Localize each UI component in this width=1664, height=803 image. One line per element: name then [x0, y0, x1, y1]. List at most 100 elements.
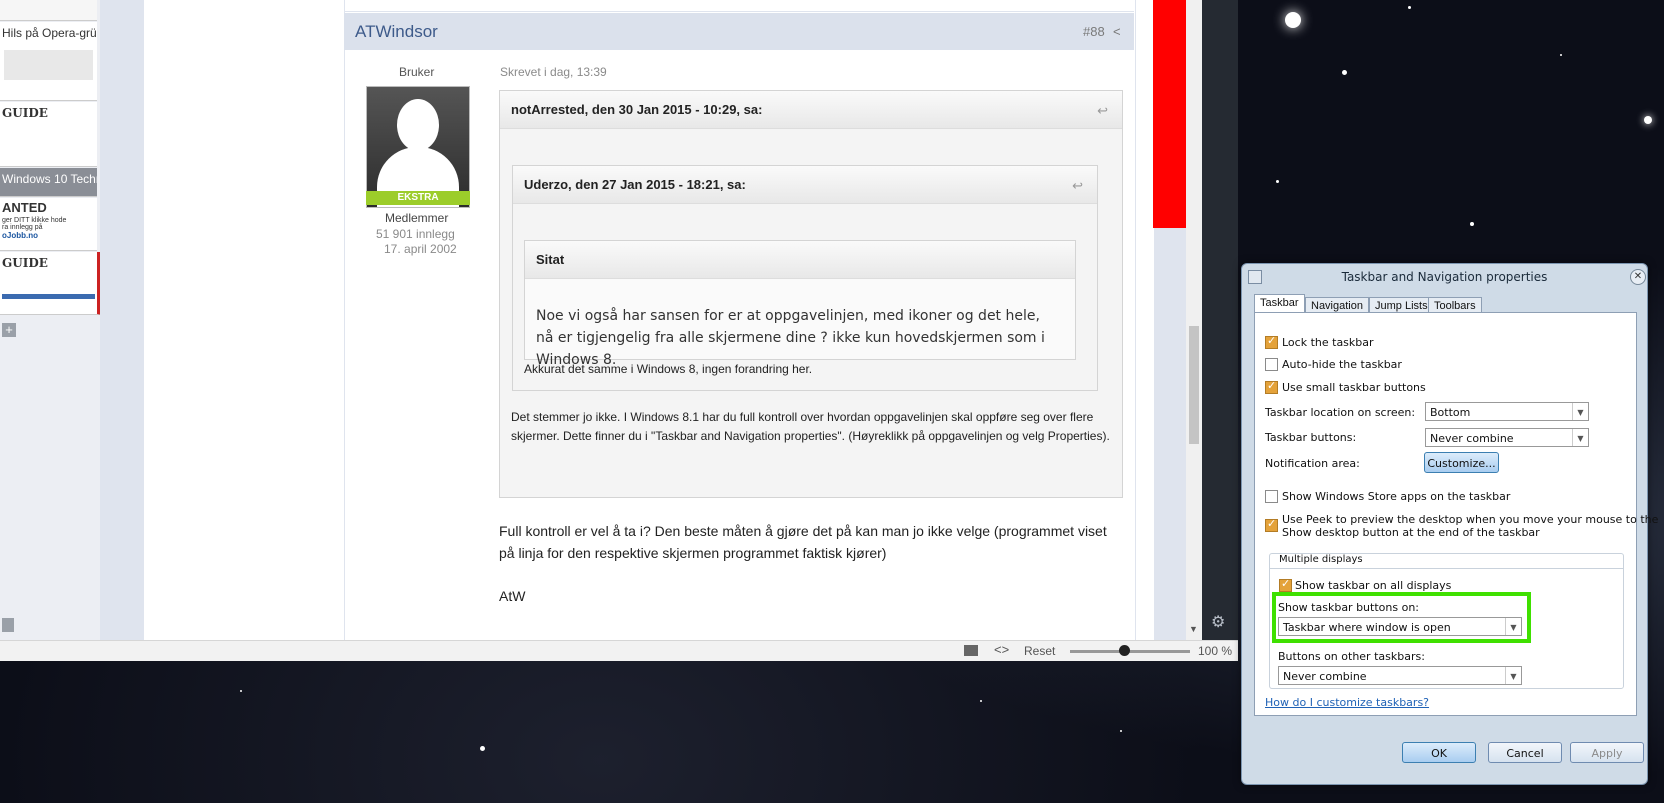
star	[1560, 54, 1562, 56]
star	[1644, 116, 1652, 124]
small-buttons-checkbox[interactable]	[1265, 379, 1278, 394]
previous-post-edge	[344, 0, 1134, 12]
zoom-slider-knob[interactable]	[1119, 645, 1130, 656]
reply-text: Full kontroll er vel å ta i? Den beste m…	[499, 523, 1107, 561]
avatar-head	[397, 99, 439, 151]
customize-button[interactable]: Customize...	[1424, 452, 1499, 473]
join-date: 17. april 2002	[384, 242, 457, 256]
taskbar-buttons-select[interactable]: Never combine ▼	[1425, 428, 1589, 447]
guide-label: GUIDE	[2, 106, 48, 120]
tab-title: Windows 10 Techn	[2, 172, 97, 186]
show-all-displays-label: Show taskbar on all displays	[1295, 579, 1452, 592]
quote-title: Uderzo, den 27 Jan 2015 - 18:21, sa:	[524, 177, 746, 192]
store-apps-label: Show Windows Store apps on the taskbar	[1282, 490, 1511, 503]
tab-thumbnail-opera[interactable]: Hils på Opera-grü	[0, 22, 97, 101]
tab-title: Hils på Opera-grü	[2, 26, 97, 40]
star	[240, 690, 242, 692]
zoom-slider[interactable]	[1070, 645, 1190, 656]
thumbnail-heading: ANTED	[2, 200, 47, 215]
scrollbar-thumb[interactable]	[1189, 326, 1199, 444]
reply-icon[interactable]: ↩	[1072, 178, 1083, 194]
star	[1342, 70, 1347, 75]
multiple-displays-group: Multiple displays Show taskbar on all di…	[1269, 553, 1624, 689]
guide-label: GUIDE	[2, 256, 48, 270]
tab-thumbnail-jobb[interactable]: ANTED ger DITT klikke hode ra innlegg på…	[0, 198, 97, 251]
thumbnail-text: oJobb.no	[2, 231, 38, 240]
location-label: Taskbar location on screen:	[1265, 406, 1416, 419]
thumbnail-text: ra innlegg på	[2, 224, 43, 231]
lock-taskbar-checkbox[interactable]	[1265, 334, 1278, 349]
quote-header: Uderzo, den 27 Jan 2015 - 18:21, sa: ↩	[513, 166, 1097, 204]
status-bar: <> Reset 100 %	[0, 640, 1238, 661]
quote-block: notArrested, den 30 Jan 2015 - 10:29, sa…	[499, 90, 1123, 498]
quote-text: Det stemmer jo ikke. I Windows 8.1 har d…	[511, 410, 1110, 443]
small-buttons-label: Use small taskbar buttons	[1282, 381, 1426, 394]
location-select[interactable]: Bottom ▼	[1425, 402, 1589, 421]
inner-quote-block: Sitat Noe vi også har sansen for er at o…	[524, 240, 1076, 368]
chevron-down-icon[interactable]: ▼	[1572, 429, 1588, 446]
nested-quote-block: Uderzo, den 27 Jan 2015 - 18:21, sa: ↩ S…	[512, 165, 1098, 391]
avatar[interactable]	[366, 86, 470, 208]
help-link[interactable]: How do I customize taskbars?	[1265, 696, 1429, 709]
close-icon[interactable]: ✕	[1630, 269, 1646, 285]
user-role: Bruker	[399, 65, 435, 79]
page-scrollbar[interactable]	[1186, 0, 1202, 640]
other-taskbars-select[interactable]: Never combine ▼	[1278, 666, 1522, 685]
post-author[interactable]: ATWindsor	[355, 22, 438, 42]
quote-title: Sitat	[536, 252, 565, 267]
peek-label-line2: Show desktop button at the end of the ta…	[1282, 526, 1540, 539]
add-tab-icon[interactable]: +	[2, 323, 16, 337]
taskbar-properties-dialog: Taskbar and Navigation properties ✕ Task…	[1241, 263, 1658, 785]
scroll-down-arrow-icon[interactable]: ▼	[1189, 624, 1198, 634]
tab-thumbnail-windows10[interactable]: Windows 10 Techn	[0, 168, 97, 197]
image-icon[interactable]	[964, 645, 978, 656]
star	[1470, 222, 1474, 226]
gear-icon[interactable]: ⚙	[1211, 612, 1225, 632]
quote-header: Sitat	[525, 241, 1075, 279]
thumbnail-bar	[2, 294, 95, 299]
star	[980, 700, 982, 702]
other-taskbars-label: Buttons on other taskbars:	[1278, 650, 1425, 663]
store-apps-checkbox[interactable]	[1265, 490, 1278, 503]
ok-button[interactable]: OK	[1402, 742, 1476, 763]
peek-label-line1: Use Peek to preview the desktop when you…	[1282, 513, 1659, 526]
group-divider	[1270, 568, 1623, 569]
code-icon[interactable]: <>	[994, 642, 1009, 657]
lock-taskbar-label: Lock the taskbar	[1282, 336, 1374, 349]
tab-thumbnail[interactable]	[0, 0, 97, 21]
auto-hide-checkbox[interactable]	[1265, 358, 1278, 371]
auto-hide-label: Auto-hide the taskbar	[1282, 358, 1402, 371]
member-badge: EKSTRA	[366, 191, 470, 205]
dialog-title: Taskbar and Navigation properties	[1341, 270, 1548, 284]
notification-area-label: Notification area:	[1265, 457, 1360, 470]
nested-quote-text: Akkurat det samme i Windows 8, ingen for…	[524, 362, 813, 376]
zoom-level: 100 %	[1198, 644, 1233, 658]
thumbnail-preview	[4, 50, 93, 80]
red-panel	[1153, 0, 1187, 228]
quote-title: notArrested, den 30 Jan 2015 - 10:29, sa…	[511, 102, 763, 117]
tab-sidebar: Hils på Opera-grü GUIDE Windows 10 Techn…	[0, 0, 102, 640]
trash-icon[interactable]	[2, 618, 14, 632]
show-all-displays-checkbox[interactable]	[1279, 577, 1292, 592]
share-icon[interactable]: <	[1113, 24, 1121, 39]
cancel-button[interactable]: Cancel	[1488, 742, 1562, 763]
post-number[interactable]: #88	[1083, 24, 1105, 39]
tab-thumbnail-guide[interactable]: GUIDE	[0, 102, 97, 167]
chevron-down-icon[interactable]: ▼	[1505, 667, 1521, 684]
tab-thumbnail-guide2[interactable]: GUIDE	[0, 252, 102, 315]
quote-header: notArrested, den 30 Jan 2015 - 10:29, sa…	[500, 91, 1122, 129]
multiple-displays-legend: Multiple displays	[1277, 554, 1365, 565]
star	[1408, 6, 1411, 9]
peek-checkbox[interactable]	[1265, 517, 1278, 532]
star	[480, 746, 485, 751]
reply-icon[interactable]: ↩	[1097, 103, 1108, 119]
dialog-tab-panel: Lock the taskbar Auto-hide the taskbar U…	[1254, 312, 1658, 716]
chevron-down-icon[interactable]: ▼	[1572, 403, 1588, 420]
green-highlight-box	[1272, 592, 1531, 643]
zoom-reset-button[interactable]: Reset	[1024, 644, 1055, 658]
apply-button[interactable]: Apply	[1570, 742, 1644, 763]
user-group: Medlemmer	[385, 211, 449, 225]
side-panel	[1202, 0, 1238, 640]
star	[1120, 730, 1122, 732]
star	[1285, 12, 1301, 28]
